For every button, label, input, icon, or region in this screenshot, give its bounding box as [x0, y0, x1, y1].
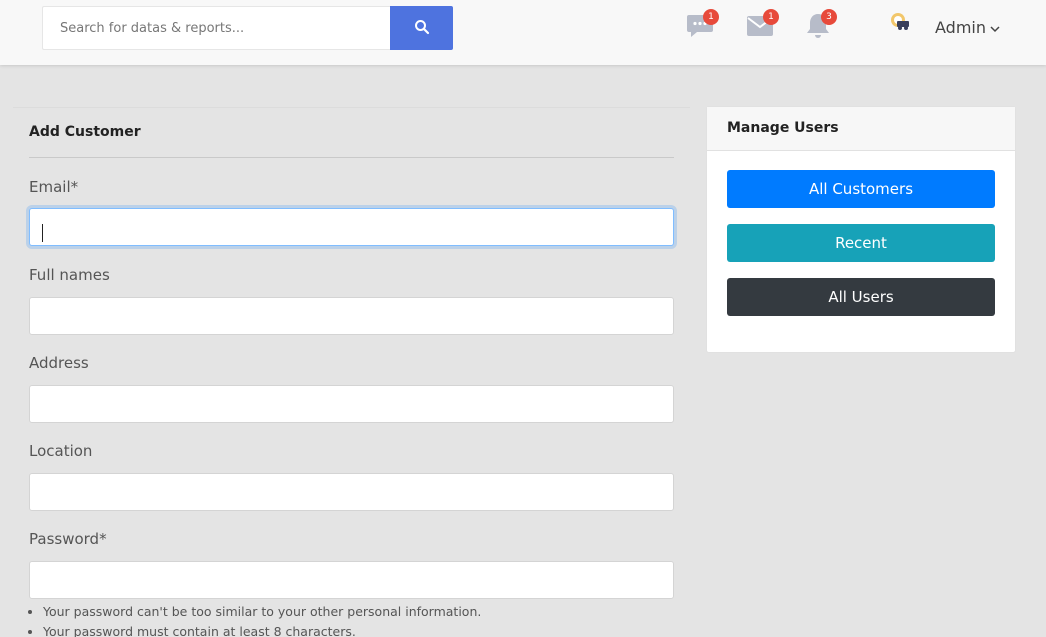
- password-help-list: Your password can't be too similar to yo…: [23, 602, 481, 637]
- all-users-button[interactable]: All Users: [727, 278, 995, 316]
- email-field[interactable]: [29, 208, 674, 246]
- avatar[interactable]: [890, 12, 910, 32]
- manage-users-title: Manage Users: [707, 107, 1015, 151]
- search-button[interactable]: [390, 6, 453, 50]
- location-field[interactable]: [29, 473, 674, 511]
- text-caret: [42, 224, 43, 242]
- alerts-nav[interactable]: 3: [802, 9, 837, 44]
- mail-nav[interactable]: 1: [744, 9, 779, 44]
- password-field[interactable]: [29, 561, 674, 599]
- search-icon: [414, 19, 430, 38]
- messages-nav[interactable]: 1: [684, 9, 719, 44]
- all-customers-button[interactable]: All Customers: [727, 170, 995, 208]
- user-menu-toggle[interactable]: Admin: [935, 18, 1000, 37]
- add-customer-card: Add Customer Email* Full names Address L…: [13, 107, 690, 637]
- address-field[interactable]: [29, 385, 674, 423]
- mail-count-badge: 1: [763, 9, 779, 25]
- email-label: Email*: [29, 178, 79, 196]
- top-navbar: 1 1 3 Admin: [0, 0, 1046, 65]
- search-input[interactable]: [42, 6, 390, 50]
- title-divider: [29, 157, 674, 158]
- full-names-label: Full names: [29, 266, 110, 284]
- password-help-item: Your password must contain at least 8 ch…: [43, 622, 481, 637]
- address-label: Address: [29, 354, 89, 372]
- recent-button[interactable]: Recent: [727, 224, 995, 262]
- page-title: Add Customer: [29, 124, 141, 140]
- password-label: Password*: [29, 530, 107, 548]
- user-name: Admin: [935, 18, 986, 37]
- chevron-down-icon: [990, 18, 1000, 37]
- full-names-field[interactable]: [29, 297, 674, 335]
- password-help-item: Your password can't be too similar to yo…: [43, 602, 481, 622]
- location-label: Location: [29, 442, 93, 460]
- messages-count-badge: 1: [703, 9, 719, 25]
- alerts-count-badge: 3: [821, 9, 837, 25]
- search-form: [42, 6, 453, 50]
- manage-users-card: Manage Users All Customers Recent All Us…: [706, 106, 1016, 353]
